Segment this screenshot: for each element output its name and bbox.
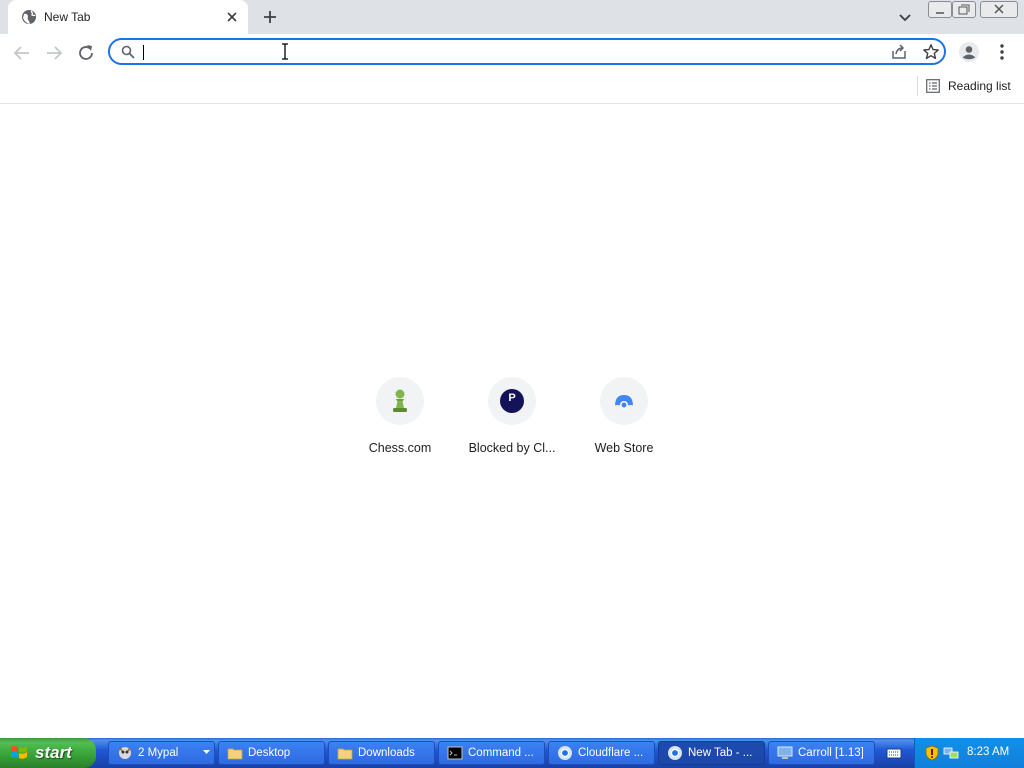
shortcut-tile: P [488, 377, 536, 425]
bookmark-star-icon[interactable] [922, 43, 940, 61]
taskbar-button-label: Carroll [1.13] [798, 747, 864, 759]
chess-pawn-icon [393, 389, 407, 412]
chrome-icon [558, 746, 572, 760]
kebab-menu-icon[interactable] [994, 42, 1010, 62]
taskbar-button-carroll[interactable]: Carroll [1.13] [768, 741, 875, 765]
shortcut-web-store[interactable]: Web Store [568, 375, 680, 465]
reading-list-button[interactable]: Reading list [926, 75, 1011, 97]
chevron-down-icon[interactable] [895, 7, 915, 27]
minimize-button[interactable] [928, 1, 952, 18]
taskbar-button-label: Command ... [468, 747, 534, 759]
letter-p-glyph: P [508, 392, 516, 404]
security-shield-icon[interactable] [925, 745, 939, 761]
bookmarks-separator [917, 76, 918, 96]
folder-icon [337, 748, 353, 760]
profile-avatar-icon[interactable] [958, 41, 980, 63]
mypal-icon [119, 747, 131, 759]
shortcut-tile [600, 377, 648, 425]
reading-list-icon [926, 79, 940, 93]
share-icon[interactable] [890, 43, 908, 61]
reading-list-label: Reading list [948, 79, 1011, 93]
taskbar-button-desktop[interactable]: Desktop [218, 741, 325, 765]
minimize-icon [936, 12, 944, 14]
tab-strip: New Tab [0, 0, 1024, 34]
close-window-button[interactable] [980, 1, 1018, 18]
shortcut-chess-com[interactable]: Chess.com [344, 375, 456, 465]
tab-title: New Tab [44, 10, 91, 24]
text-caret [143, 45, 144, 60]
new-tab-plus-icon[interactable] [260, 7, 280, 27]
taskbar-button-label: 2 Mypal [138, 747, 179, 759]
network-icon[interactable] [943, 745, 959, 761]
taskbar-button-new-tab[interactable]: New Tab - ... [658, 741, 765, 765]
address-input[interactable] [142, 42, 846, 64]
forward-arrow-icon[interactable] [43, 42, 65, 64]
web-store-icon [615, 395, 633, 409]
close-tab-icon[interactable] [224, 9, 240, 25]
taskbar-button-downloads[interactable]: Downloads [328, 741, 435, 765]
shortcut-blocked-by-cloudflare[interactable]: P Blocked by Cl... [456, 375, 568, 465]
tab-new-tab[interactable]: New Tab [8, 0, 248, 34]
dropdown-arrow-icon [203, 750, 210, 754]
start-button[interactable]: start [0, 738, 96, 768]
shortcut-tile [376, 377, 424, 425]
taskbar-button-cloudflare[interactable]: Cloudflare ... [548, 741, 655, 765]
start-label: start [35, 743, 72, 762]
monitor-icon [777, 746, 793, 759]
command-prompt-icon [447, 746, 463, 760]
restore-button[interactable] [952, 1, 976, 18]
close-icon [994, 4, 1004, 14]
chrome-icon [668, 746, 682, 760]
shortcut-label: Chess.com [368, 441, 432, 455]
reload-icon[interactable] [75, 42, 97, 64]
globe-icon [22, 10, 36, 24]
mouse-ibeam-cursor-icon [282, 43, 288, 60]
taskbar-button-label: Downloads [358, 747, 415, 759]
back-arrow-icon[interactable] [11, 42, 33, 64]
taskbar-clock: 8:23 AM [967, 746, 1010, 758]
taskbar-button-label: Cloudflare ... [578, 747, 644, 759]
taskbar-button-label: New Tab - ... [688, 747, 753, 759]
shortcut-label: Blocked by Cl... [468, 441, 556, 455]
windows-logo-icon [11, 746, 27, 759]
bookmarks-bar: Reading list [0, 70, 1024, 104]
windows-taskbar: start 2 Mypal Desktop Downloads Command … [0, 738, 1024, 768]
keyboard-icon[interactable] [886, 745, 902, 761]
taskbar-button-label: Desktop [248, 747, 291, 759]
restore-icon [958, 4, 970, 15]
shortcut-label: Web Store [594, 441, 654, 455]
folder-icon [227, 748, 243, 760]
search-icon [121, 45, 135, 59]
system-tray: 8:23 AM [914, 738, 1024, 768]
address-bar[interactable] [108, 38, 946, 65]
taskbar-button-mypal[interactable]: 2 Mypal [108, 741, 215, 765]
taskbar-button-command-prompt[interactable]: Command ... [438, 741, 545, 765]
